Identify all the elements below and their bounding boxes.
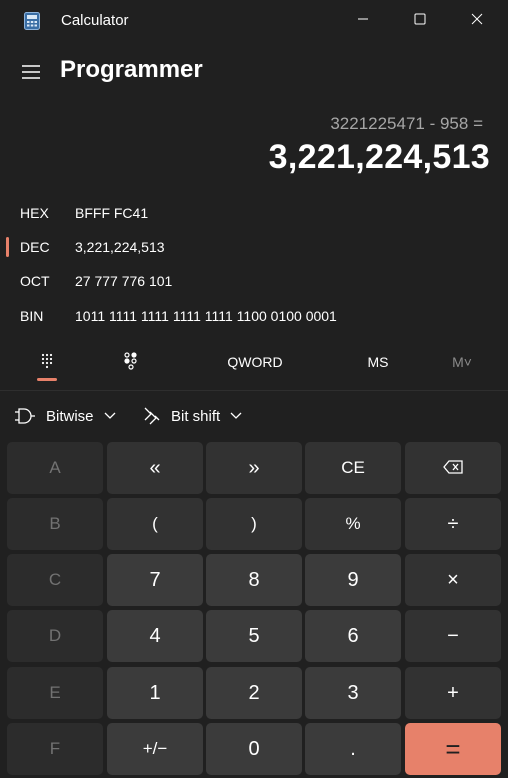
- calculator-window: Calculator Programmer 3221225471 - 958 =…: [0, 0, 508, 778]
- radix-dec-row[interactable]: DEC 3,221,224,513: [0, 231, 508, 263]
- full-keypad-icon: [39, 353, 55, 372]
- expression-display: 3221225471 - 958 =: [330, 114, 483, 133]
- logic-gate-icon: [14, 407, 36, 425]
- bit-toggle-tab[interactable]: [108, 342, 154, 382]
- calculator-icon: [24, 12, 40, 30]
- radix-value: BFFF FC41: [75, 205, 149, 221]
- chevron-down-icon: [104, 412, 116, 420]
- key-1[interactable]: 1: [107, 667, 203, 719]
- key-d[interactable]: D: [7, 610, 103, 662]
- radix-label: BIN: [20, 308, 44, 324]
- selected-radix-indicator: [6, 237, 9, 257]
- key-rotate-left[interactable]: «: [107, 442, 203, 494]
- radix-label: OCT: [20, 273, 50, 289]
- key-b[interactable]: B: [7, 498, 103, 550]
- bitwise-dropdown[interactable]: Bitwise: [14, 400, 116, 432]
- radix-oct-row[interactable]: OCT 27 777 776 101: [0, 265, 508, 297]
- key-e[interactable]: E: [7, 667, 103, 719]
- result-display: 3,221,224,513: [268, 138, 490, 176]
- minimize-icon: [357, 12, 369, 30]
- key-5[interactable]: 5: [206, 610, 302, 662]
- memory-view-button[interactable]: M˅: [440, 342, 484, 382]
- bitshift-label: Bit shift: [171, 407, 221, 425]
- bit-shift-icon: [143, 406, 161, 426]
- key-2[interactable]: 2: [206, 667, 302, 719]
- key-multiply[interactable]: ×: [405, 554, 501, 606]
- key-backspace[interactable]: [405, 442, 501, 494]
- minimize-button[interactable]: [340, 6, 386, 36]
- key-c[interactable]: C: [7, 554, 103, 606]
- key-a[interactable]: A: [7, 442, 103, 494]
- window-title: Calculator: [61, 12, 129, 29]
- divider: [0, 390, 508, 391]
- key-8[interactable]: 8: [206, 554, 302, 606]
- hamburger-icon: [20, 65, 42, 86]
- selected-tab-indicator: [37, 378, 57, 381]
- radix-label: DEC: [20, 239, 50, 255]
- key-equals[interactable]: =: [405, 723, 501, 775]
- maximize-icon: [414, 12, 426, 30]
- key-subtract[interactable]: −: [405, 610, 501, 662]
- full-keypad-tab[interactable]: [24, 342, 70, 382]
- radix-label: HEX: [20, 205, 49, 221]
- radix-bin-row[interactable]: BIN 1011 1111 1111 1111 1111 1100 0100 0…: [0, 300, 508, 332]
- keypad-mode-bar: QWORD MS M˅: [0, 342, 508, 388]
- key-f[interactable]: F: [7, 723, 103, 775]
- key-rotate-right[interactable]: »: [206, 442, 302, 494]
- key-negate[interactable]: +/−: [107, 723, 203, 775]
- key-decimal[interactable]: .: [305, 723, 401, 775]
- bitwise-label: Bitwise: [46, 407, 94, 425]
- radix-value: 1011 1111 1111 1111 1111 1100 0100 0001: [75, 308, 337, 324]
- radix-value: 27 777 776 101: [75, 273, 173, 289]
- title-bar: Calculator: [0, 0, 508, 42]
- key-0[interactable]: 0: [206, 723, 302, 775]
- maximize-button[interactable]: [397, 6, 443, 36]
- key-6[interactable]: 6: [305, 610, 401, 662]
- radix-hex-row[interactable]: HEX BFFF FC41: [0, 197, 508, 229]
- key-7[interactable]: 7: [107, 554, 203, 606]
- close-icon: [471, 12, 483, 30]
- word-size-button[interactable]: QWORD: [215, 342, 295, 382]
- close-button[interactable]: [454, 6, 500, 36]
- navigation-menu-button[interactable]: [20, 62, 42, 82]
- chevron-down-icon: [230, 412, 242, 420]
- bitshift-dropdown[interactable]: Bit shift: [143, 400, 242, 432]
- key-clear-entry[interactable]: CE: [305, 442, 401, 494]
- memory-store-button[interactable]: MS: [352, 342, 404, 382]
- radix-value: 3,221,224,513: [75, 239, 165, 255]
- key-9[interactable]: 9: [305, 554, 401, 606]
- key-3[interactable]: 3: [305, 667, 401, 719]
- mode-title: Programmer: [60, 56, 203, 83]
- bit-toggle-icon: [123, 351, 139, 373]
- key-divide[interactable]: ÷: [405, 498, 501, 550]
- key-percent[interactable]: %: [305, 498, 401, 550]
- key-4[interactable]: 4: [107, 610, 203, 662]
- key-close-paren[interactable]: ): [206, 498, 302, 550]
- key-open-paren[interactable]: (: [107, 498, 203, 550]
- backspace-icon: [443, 457, 463, 480]
- key-add[interactable]: +: [405, 667, 501, 719]
